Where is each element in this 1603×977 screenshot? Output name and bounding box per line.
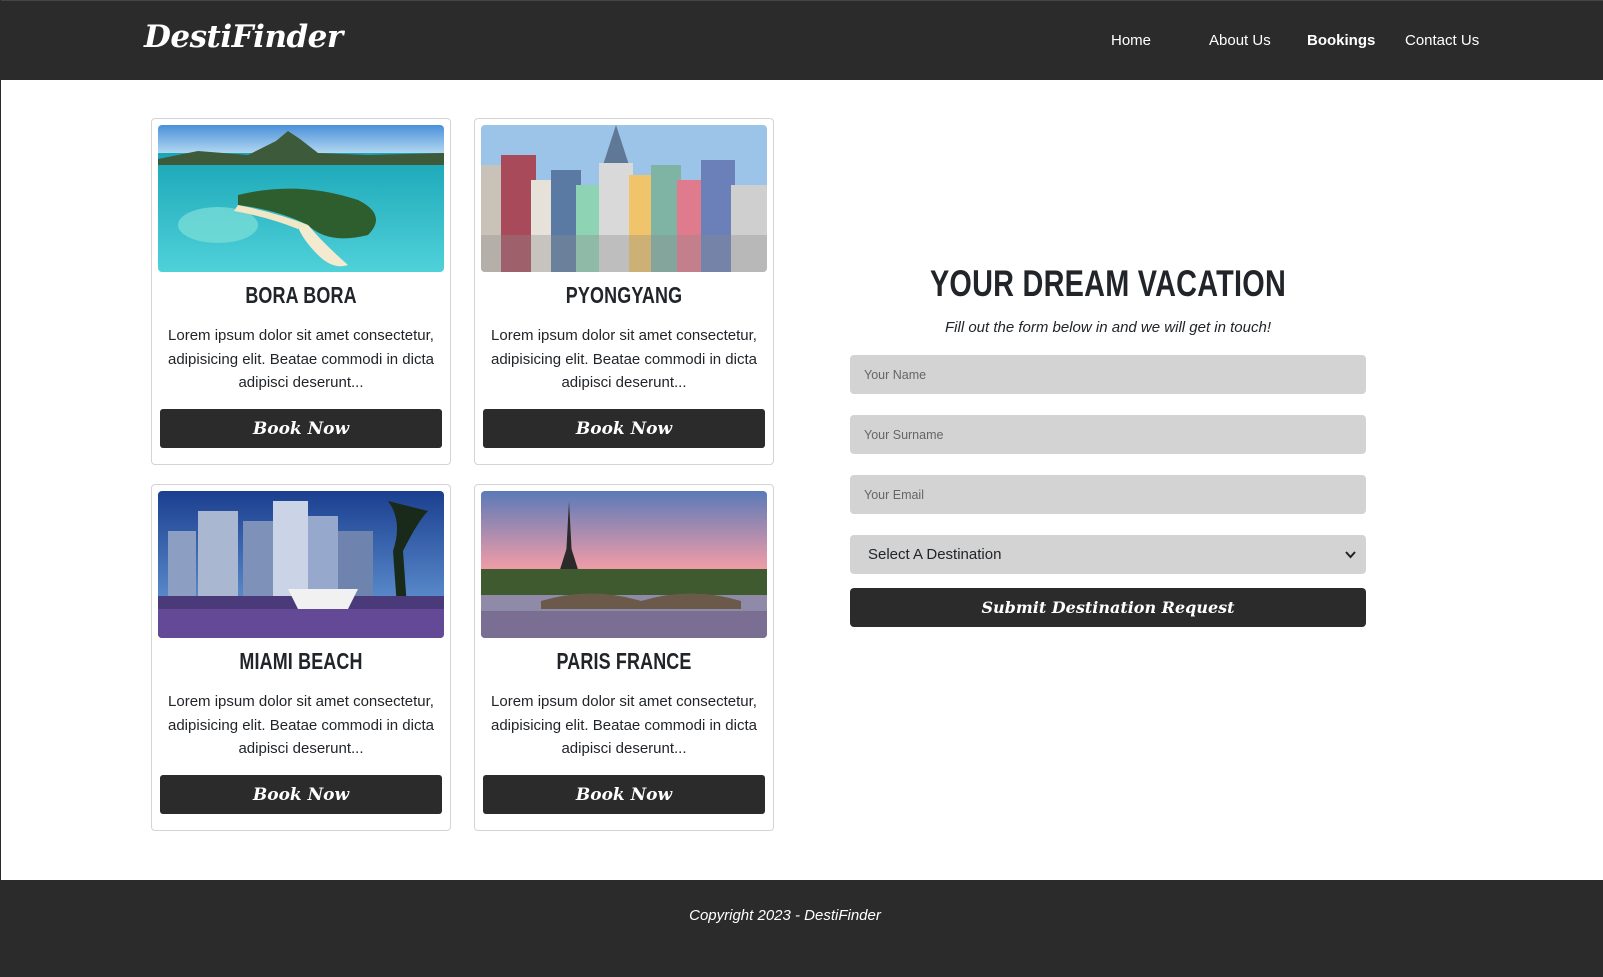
book-now-button-bora-bora[interactable]: Book Now bbox=[160, 409, 442, 448]
nav-about-us[interactable]: About Us bbox=[1209, 32, 1271, 49]
navbar: DestiFinder Home About Us Bookings Conta… bbox=[1, 0, 1603, 80]
destination-card-miami-beach: MIAMI BEACH Lorem ipsum dolor sit amet c… bbox=[151, 484, 451, 831]
card-description: Lorem ipsum dolor sit amet consectetur, … bbox=[168, 693, 434, 757]
card-image-miami-beach bbox=[158, 491, 444, 638]
card-title: MIAMI BEACH bbox=[239, 648, 363, 674]
submit-destination-request-button[interactable]: Submit Destination Request bbox=[850, 588, 1366, 627]
card-description: Lorem ipsum dolor sit amet consectetur, … bbox=[491, 693, 757, 757]
destination-card-bora-bora: BORA BORA Lorem ipsum dolor sit amet con… bbox=[151, 118, 451, 465]
book-now-button-pyongyang[interactable]: Book Now bbox=[483, 409, 765, 448]
destination-card-paris-france: PARIS FRANCE Lorem ipsum dolor sit amet … bbox=[474, 484, 774, 831]
nav-bookings[interactable]: Bookings bbox=[1307, 32, 1375, 49]
destination-card-pyongyang: PYONGYANG Lorem ipsum dolor sit amet con… bbox=[474, 118, 774, 465]
card-image-pyongyang bbox=[481, 125, 767, 272]
form-title: YOUR DREAM VACATION bbox=[929, 263, 1287, 304]
destination-select-value: Select A Destination bbox=[868, 546, 1002, 563]
nav-home[interactable]: Home bbox=[1111, 32, 1151, 49]
destination-select[interactable]: Select A Destination bbox=[850, 535, 1366, 574]
email-input[interactable] bbox=[850, 475, 1366, 514]
book-now-button-miami-beach[interactable]: Book Now bbox=[160, 775, 442, 814]
brand-logo[interactable]: DestiFinder bbox=[144, 19, 343, 55]
card-image-bora-bora bbox=[158, 125, 444, 272]
form-subtitle: Fill out the form below in and we will g… bbox=[945, 319, 1271, 336]
card-title: BORA BORA bbox=[245, 282, 357, 308]
footer-copyright: Copyright 2023 - DestiFinder bbox=[689, 907, 881, 924]
name-input[interactable] bbox=[850, 355, 1366, 394]
right-margin bbox=[1569, 80, 1603, 880]
chevron-down-icon bbox=[1345, 535, 1356, 591]
footer: Copyright 2023 - DestiFinder bbox=[1, 880, 1603, 977]
card-title: PARIS FRANCE bbox=[556, 648, 692, 674]
nav-contact-us[interactable]: Contact Us bbox=[1405, 32, 1479, 49]
surname-input[interactable] bbox=[850, 415, 1366, 454]
card-image-paris-france bbox=[481, 491, 767, 638]
card-description: Lorem ipsum dolor sit amet consectetur, … bbox=[168, 327, 434, 391]
page: DestiFinder Home About Us Bookings Conta… bbox=[0, 0, 1603, 977]
book-now-button-paris-france[interactable]: Book Now bbox=[483, 775, 765, 814]
card-title: PYONGYANG bbox=[565, 282, 683, 308]
card-description: Lorem ipsum dolor sit amet consectetur, … bbox=[491, 327, 757, 391]
